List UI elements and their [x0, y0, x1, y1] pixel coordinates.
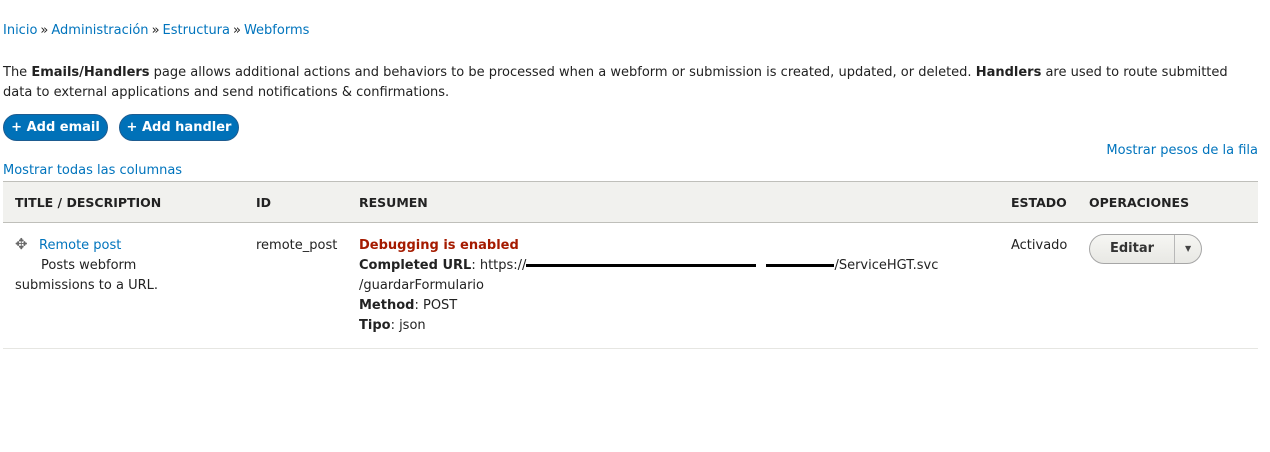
header-id: ID: [256, 194, 272, 210]
handler-id: remote_post: [256, 238, 338, 253]
breadcrumb-estructura[interactable]: Estructura: [163, 23, 230, 38]
operations-cell: Editar ▼: [1077, 223, 1258, 349]
handler-description: Posts webform submissions to a URL.: [15, 258, 158, 293]
add-handler-button[interactable]: + Add handler: [119, 114, 239, 141]
show-row-weights-link[interactable]: Mostrar pesos de la fila: [1106, 143, 1258, 158]
method-value: : POST: [414, 298, 458, 313]
header-estado: ESTADO: [1011, 194, 1067, 210]
redacted-bar: [526, 264, 757, 267]
method-label: Method: [359, 298, 415, 313]
breadcrumb-inicio[interactable]: Inicio: [3, 23, 37, 38]
description-text: The: [3, 65, 32, 80]
description-text: page allows additional actions and behav…: [149, 65, 976, 80]
show-all-columns-link[interactable]: Mostrar todas las columnas: [3, 163, 182, 178]
redacted-bar: [766, 264, 835, 267]
table-row: ✥ Remote post Posts webform submissions t…: [3, 223, 1258, 349]
method: Method: POST: [359, 296, 999, 316]
breadcrumb-separator: »: [40, 23, 49, 38]
breadcrumb: Inicio» Administración» Estructura» Webform…: [3, 23, 309, 38]
move-arrows-icon[interactable]: ✥: [15, 236, 29, 252]
summary-cell: Debugging is enabled Completed URL: http…: [347, 223, 999, 349]
breadcrumb-webforms[interactable]: Webforms: [244, 23, 309, 38]
breadcrumb-separator: »: [151, 23, 160, 38]
tipo-value: : json: [390, 318, 426, 333]
handlers-table: TITLE / DESCRIPTION ID RESUMEN ESTADO OP…: [3, 181, 1258, 349]
breadcrumb-separator: »: [233, 23, 241, 38]
debug-status: Debugging is enabled: [359, 238, 519, 253]
tipo-label: Tipo: [359, 318, 391, 333]
breadcrumb-administracion[interactable]: Administración: [51, 23, 148, 38]
status-text: Activado: [1011, 238, 1068, 253]
header-operaciones: OPERACIONES: [1089, 194, 1190, 210]
page-description: The Emails/Handlers page allows addition…: [3, 63, 1253, 103]
header-title: TITLE / DESCRIPTION: [15, 194, 162, 210]
header-resumen: RESUMEN: [359, 194, 428, 210]
tipo: Tipo: json: [359, 316, 999, 336]
title-cell: ✥ Remote post Posts webform submissions t…: [3, 223, 244, 349]
completed-url-label: Completed URL: [359, 258, 472, 273]
edit-dropbutton: Editar ▼: [1089, 234, 1203, 264]
edit-button[interactable]: Editar: [1090, 235, 1174, 263]
description-bold: Handlers: [975, 65, 1042, 80]
table-header-row: TITLE / DESCRIPTION ID RESUMEN ESTADO OP…: [3, 181, 1258, 223]
completed-url: Completed URL: https:// /ServiceHGT.svc: [359, 256, 999, 276]
completed-url-suffix: /ServiceHGT.svc: [834, 258, 939, 273]
caret-down-icon[interactable]: ▼: [1174, 235, 1201, 263]
completed-url-path: /guardarFormulario: [359, 278, 484, 293]
add-email-button[interactable]: + Add email: [3, 114, 108, 141]
handler-title-link[interactable]: Remote post: [39, 238, 121, 253]
description-bold: Emails/Handlers: [31, 65, 150, 80]
completed-url-prefix: : https://: [471, 258, 527, 273]
